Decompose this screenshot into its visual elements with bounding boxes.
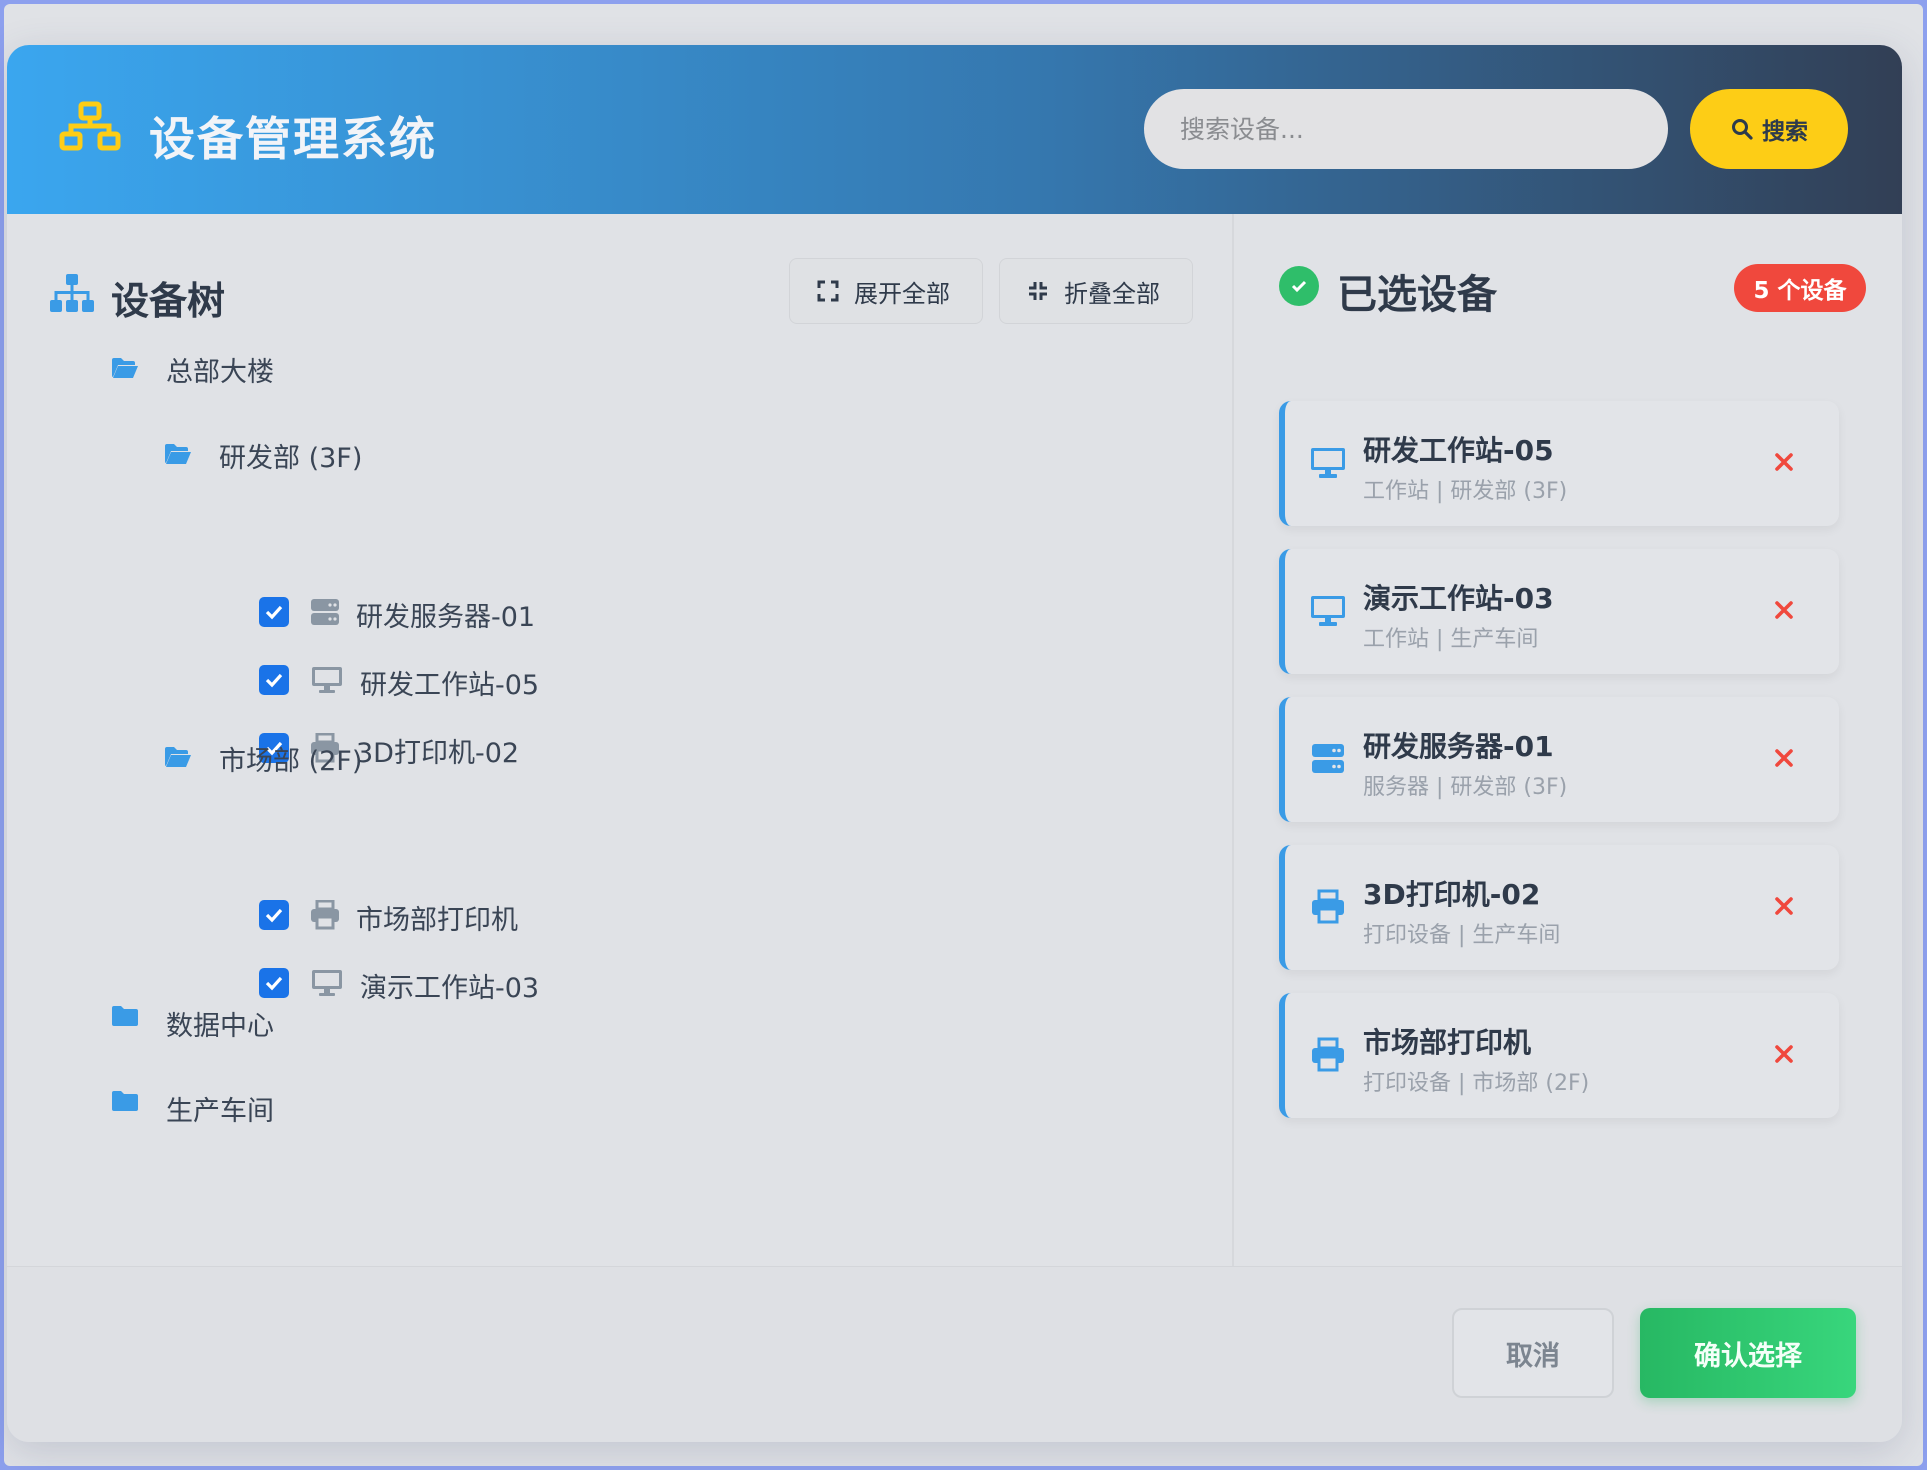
selected-device-card: 演示工作站-03 工作站 | 生产车间 [1279, 549, 1839, 674]
cancel-button[interactable]: 取消 [1452, 1308, 1614, 1398]
selected-device-card: 研发工作站-05 工作站 | 研发部 (3F) [1279, 401, 1839, 526]
remove-icon[interactable] [1771, 745, 1797, 771]
server-icon [311, 599, 339, 625]
folder-open-icon [165, 444, 191, 464]
search-button[interactable]: 搜索 [1690, 89, 1848, 169]
selected-devices-panel: 已选设备 5 个设备 研发工作站-05 工作站 | 研发部 (3F) 演示工作站… [1236, 214, 1902, 1266]
tree-node-demo-workstation[interactable]: 演示工作站-03 [360, 966, 539, 1005]
expand-icon [817, 280, 839, 302]
remove-icon[interactable] [1771, 1041, 1797, 1067]
tree-title: 设备树 [111, 279, 226, 323]
selected-device-name: 研发工作站-05 [1363, 434, 1554, 467]
desktop-icon [312, 667, 342, 693]
checkbox[interactable] [259, 597, 289, 627]
remove-icon[interactable] [1771, 893, 1797, 919]
printer-icon [1312, 889, 1344, 924]
dialog-footer: 取消 确认选择 [7, 1266, 1902, 1442]
app-header: 设备管理系统 搜索 [7, 45, 1902, 214]
expand-all-label: 展开全部 [854, 279, 950, 308]
expand-all-button[interactable]: 展开全部 [789, 258, 983, 324]
tree-node-rd-workstation[interactable]: 研发工作站-05 [360, 663, 539, 702]
selected-device-card: 3D打印机-02 打印设备 | 生产车间 [1279, 845, 1839, 970]
selected-device-meta: 工作站 | 生产车间 [1363, 627, 1539, 652]
collapse-all-button[interactable]: 折叠全部 [999, 258, 1193, 324]
folder-open-icon [165, 747, 191, 767]
collapse-all-label: 折叠全部 [1064, 279, 1160, 308]
folder-icon [112, 1006, 138, 1026]
check-icon [265, 673, 283, 688]
selected-device-meta: 工作站 | 研发部 (3F) [1363, 479, 1568, 504]
selected-device-meta: 服务器 | 研发部 (3F) [1363, 775, 1568, 800]
tree-node-hq[interactable]: 总部大楼 [166, 350, 274, 389]
selected-device-meta: 打印设备 | 市场部 (2F) [1363, 1071, 1590, 1096]
desktop-icon [1311, 448, 1345, 478]
search-button-label: 搜索 [1762, 119, 1808, 145]
folder-open-icon [112, 358, 138, 378]
checkbox[interactable] [259, 665, 289, 695]
desktop-icon [312, 970, 342, 996]
printer-icon [311, 900, 339, 930]
tree-node-datacenter[interactable]: 数据中心 [166, 1004, 274, 1043]
remove-icon[interactable] [1771, 597, 1797, 623]
search-icon [1732, 119, 1753, 140]
selected-count-badge: 5 个设备 [1734, 264, 1866, 312]
check-icon [265, 908, 283, 923]
selected-device-card: 研发服务器-01 服务器 | 研发部 (3F) [1279, 697, 1839, 822]
device-selector-window: 设备管理系统 搜索 设备树 [7, 45, 1902, 1442]
folder-icon [112, 1091, 138, 1111]
printer-icon [1312, 1037, 1344, 1072]
selected-device-meta: 打印设备 | 生产车间 [1363, 923, 1561, 948]
tree-node-marketing-dept[interactable]: 市场部 (2F) [219, 739, 362, 778]
check-circle-icon [1279, 266, 1319, 306]
check-icon [265, 605, 283, 620]
selected-device-name: 市场部打印机 [1363, 1026, 1532, 1059]
checkbox[interactable] [259, 968, 289, 998]
check-icon [265, 976, 283, 991]
search-input[interactable] [1144, 89, 1668, 169]
selected-device-name: 3D打印机-02 [1363, 878, 1541, 911]
sitemap-icon [50, 274, 94, 312]
remove-icon[interactable] [1771, 449, 1797, 475]
confirm-button[interactable]: 确认选择 [1640, 1308, 1856, 1398]
selected-title: 已选设备 [1337, 272, 1497, 318]
checkbox[interactable] [259, 900, 289, 930]
app-title: 设备管理系统 [149, 112, 437, 166]
tree-node-rd-dept[interactable]: 研发部 (3F) [219, 436, 362, 475]
desktop-icon [1311, 596, 1345, 626]
selected-device-name: 演示工作站-03 [1363, 582, 1554, 615]
tree-node-marketing-printer[interactable]: 市场部打印机 [356, 898, 518, 937]
tree-node-3d-printer[interactable]: 3D打印机-02 [356, 731, 519, 770]
selected-device-card: 市场部打印机 打印设备 | 市场部 (2F) [1279, 993, 1839, 1118]
selected-device-name: 研发服务器-01 [1363, 730, 1554, 763]
tree-node-workshop[interactable]: 生产车间 [166, 1089, 274, 1128]
compress-icon [1029, 282, 1047, 300]
server-icon [1312, 744, 1344, 773]
device-tree-panel: 设备树 展开全部 折叠全部 总部大楼 研发部 (3F) 研发服务器-01 研发工… [7, 214, 1234, 1266]
tree-node-rd-server[interactable]: 研发服务器-01 [356, 595, 535, 634]
network-icon [59, 101, 121, 151]
